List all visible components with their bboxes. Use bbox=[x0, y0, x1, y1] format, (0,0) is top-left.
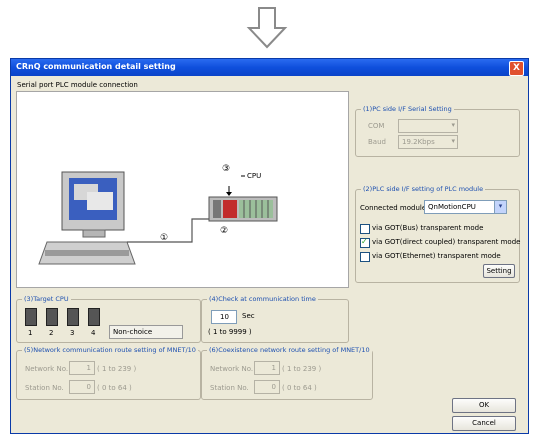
com-select[interactable]: ▾ bbox=[398, 119, 458, 133]
chevron-down-icon: ▾ bbox=[451, 121, 455, 129]
ok-button[interactable]: OK bbox=[452, 398, 516, 413]
marker-3: ③ bbox=[222, 164, 231, 174]
checkbox-ethernet[interactable] bbox=[360, 252, 370, 262]
close-button[interactable]: X bbox=[509, 61, 524, 76]
pc-side-group: (1)PC side I/F Serial Setting COM ▾ Baud… bbox=[355, 105, 520, 157]
diagram-svg bbox=[38, 171, 278, 265]
cpu-label: CPU bbox=[247, 172, 262, 180]
check-time-legend: (4)Check at communication time bbox=[207, 295, 318, 303]
plc-side-group: (2)PLC side I/F setting of PLC module Co… bbox=[355, 185, 521, 283]
cpu-2-button[interactable] bbox=[46, 308, 58, 326]
mnet-station-range: ( 0 to 64 ) bbox=[97, 384, 132, 392]
chevron-down-icon: ▾ bbox=[494, 201, 506, 213]
connection-diagram: ③ CPU ① ② bbox=[16, 91, 349, 288]
mnet-route-group: (5)Network communication route setting o… bbox=[16, 346, 201, 400]
cpu-1-button[interactable] bbox=[25, 308, 37, 326]
mnet-network-value: 1 bbox=[86, 364, 91, 372]
marker-1: ① bbox=[160, 233, 169, 243]
connected-module-label: Connected module bbox=[360, 204, 427, 212]
mnet-route-legend: (5)Network communication route setting o… bbox=[22, 346, 198, 354]
coexist-route-group: (6)Coexistence network route setting of … bbox=[201, 346, 373, 400]
connected-module-select[interactable]: QnMotionCPU ▾ bbox=[424, 200, 507, 214]
connected-module-value: QnMotionCPU bbox=[428, 203, 476, 211]
cpu-4-button[interactable] bbox=[88, 308, 100, 326]
comm-detail-dialog: CRnQ communication detail setting X Seri… bbox=[10, 58, 529, 434]
option-direct-label: via GOT(direct coupled) transparent mode bbox=[372, 238, 521, 246]
window-title: CRnQ communication detail setting bbox=[16, 62, 176, 71]
checkbox-bus[interactable] bbox=[360, 224, 370, 234]
pc-side-legend: (1)PC side I/F Serial Setting bbox=[361, 105, 454, 113]
coexist-network-range: ( 1 to 239 ) bbox=[282, 365, 322, 373]
option-bus-label: via GOT(Bus) transparent mode bbox=[372, 224, 484, 232]
setting-button[interactable]: Setting bbox=[483, 264, 515, 278]
target-cpu-group: (3)Target CPU 1 2 3 4 Non-choice bbox=[16, 295, 201, 343]
mnet-network-input[interactable]: 1 bbox=[69, 361, 95, 375]
chevron-down-icon: ▾ bbox=[451, 137, 455, 145]
mnet-network-label: Network No. bbox=[25, 365, 69, 373]
coexist-network-input[interactable]: 1 bbox=[254, 361, 280, 375]
baud-label: Baud bbox=[368, 138, 386, 146]
marker-2: ② bbox=[220, 226, 229, 236]
mnet-station-input[interactable]: 0 bbox=[69, 380, 95, 394]
check-time-input[interactable]: 10 bbox=[211, 310, 237, 324]
cpu-3-label: 3 bbox=[70, 329, 75, 337]
non-choice-button[interactable]: Non-choice bbox=[109, 325, 183, 339]
cpu-2-label: 2 bbox=[49, 329, 54, 337]
check-time-range: ( 1 to 9999 ) bbox=[208, 328, 252, 336]
check-time-group: (4)Check at communication time 10 Sec ( … bbox=[201, 295, 349, 343]
coexist-station-input[interactable]: 0 bbox=[254, 380, 280, 394]
coexist-route-legend: (6)Coexistence network route setting of … bbox=[207, 346, 372, 354]
target-cpu-legend: (3)Target CPU bbox=[22, 295, 71, 303]
check-time-unit: Sec bbox=[242, 312, 255, 320]
coexist-station-label: Station No. bbox=[210, 384, 249, 392]
coexist-station-value: 0 bbox=[271, 383, 276, 391]
plc-side-legend: (2)PLC side I/F setting of PLC module bbox=[361, 185, 486, 193]
baud-select[interactable]: 19.2Kbps ▾ bbox=[398, 135, 458, 149]
com-label: COM bbox=[368, 122, 385, 130]
title-bar: CRnQ communication detail setting X bbox=[11, 59, 528, 76]
coexist-network-label: Network No. bbox=[210, 365, 254, 373]
check-time-value: 10 bbox=[220, 313, 229, 321]
connection-type-label: Serial port PLC module connection bbox=[17, 81, 138, 89]
baud-value: 19.2Kbps bbox=[402, 138, 435, 146]
mnet-station-label: Station No. bbox=[25, 384, 64, 392]
cpu-3-button[interactable] bbox=[67, 308, 79, 326]
option-ethernet-label: via GOT(Ethernet) transparent mode bbox=[372, 252, 501, 260]
non-choice-label: Non-choice bbox=[113, 328, 153, 336]
coexist-network-value: 1 bbox=[271, 364, 276, 372]
cpu-4-label: 4 bbox=[91, 329, 96, 337]
mnet-station-value: 0 bbox=[86, 383, 91, 391]
coexist-station-range: ( 0 to 64 ) bbox=[282, 384, 317, 392]
mnet-network-range: ( 1 to 239 ) bbox=[97, 365, 137, 373]
down-arrow-icon bbox=[246, 7, 288, 49]
cpu-1-label: 1 bbox=[28, 329, 33, 337]
cancel-button[interactable]: Cancel bbox=[452, 416, 516, 431]
checkbox-direct[interactable] bbox=[360, 237, 370, 248]
